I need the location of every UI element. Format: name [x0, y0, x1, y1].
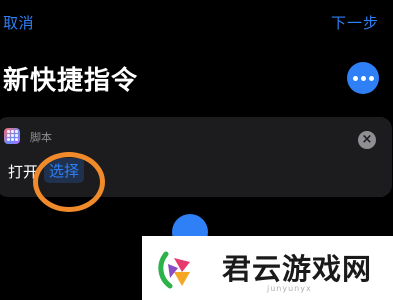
watermark-brand-text: 君云游戏网 [222, 252, 373, 286]
choose-app-parameter[interactable]: 选择 [44, 158, 85, 183]
watermark-banner: 君云游戏网 junyunyx [142, 236, 393, 300]
more-dot [360, 75, 366, 81]
watermark-url-text: junyunyx [267, 284, 312, 293]
brand-logo-icon [158, 251, 190, 289]
more-dots-icon [352, 75, 358, 81]
remove-action-button[interactable]: × [358, 131, 376, 149]
more-options-button[interactable] [347, 62, 379, 94]
more-dot [368, 75, 374, 81]
scripting-app-icon [4, 128, 20, 144]
action-verb-label: 打开 [8, 163, 39, 181]
action-category-label: 脚本 [30, 131, 52, 144]
close-icon: × [361, 132, 373, 147]
page-title: 新快捷指令 [3, 66, 139, 96]
next-button[interactable]: 下一步 [331, 12, 379, 33]
cancel-button[interactable]: 取消 [3, 12, 34, 33]
action-card[interactable]: 脚本 × 打开 选择 [0, 117, 392, 197]
